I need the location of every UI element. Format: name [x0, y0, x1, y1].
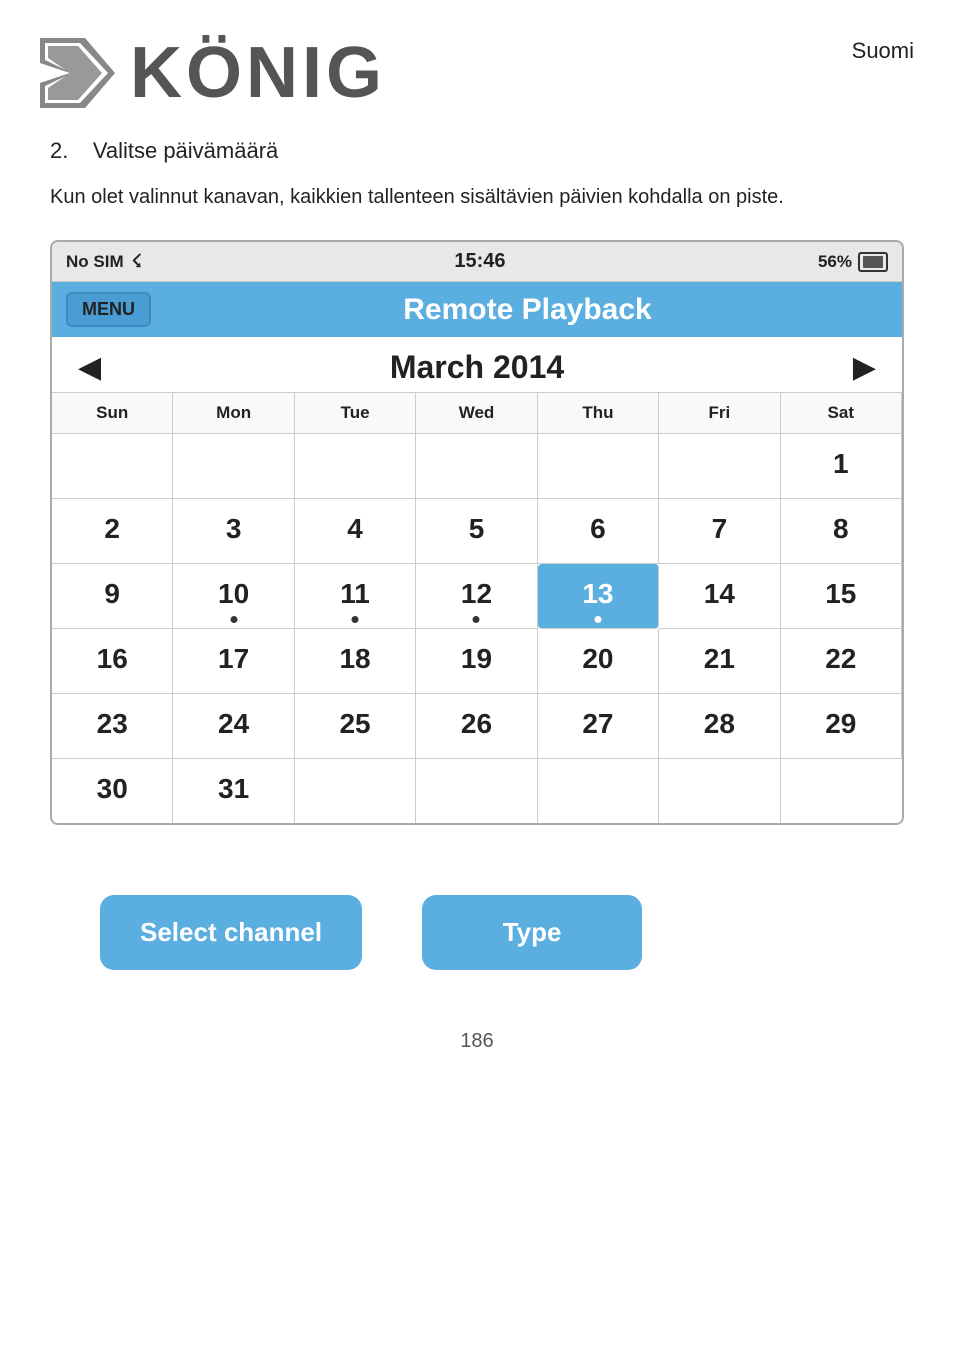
step-number: 2.	[50, 138, 68, 163]
next-month-button[interactable]: ▶	[843, 350, 886, 385]
day-header-sat: Sat	[781, 393, 902, 434]
buttons-row: Select channel Type	[50, 865, 904, 1000]
cal-day-14[interactable]: 14	[659, 564, 780, 629]
cal-cell-empty	[538, 434, 659, 499]
calendar-header: ◀ March 2014 ▶	[52, 337, 902, 392]
battery-pct: 56%	[818, 252, 852, 272]
calendar: ◀ March 2014 ▶ Sun Mon Tue Wed Thu Fri S…	[52, 337, 902, 823]
select-channel-button[interactable]: Select channel	[100, 895, 362, 970]
cal-cell-empty	[173, 434, 294, 499]
cal-cell-empty	[295, 434, 416, 499]
cal-cell-empty	[52, 434, 173, 499]
cal-day-31[interactable]: 31	[173, 759, 294, 823]
description-text: Kun olet valinnut kanavan, kaikkien tall…	[50, 182, 904, 212]
cal-day-18[interactable]: 18	[295, 629, 416, 694]
cal-day-30[interactable]: 30	[52, 759, 173, 823]
calendar-grid: Sun Mon Tue Wed Thu Fri Sat 1 2 3 4 5	[52, 392, 902, 823]
nav-title: Remote Playback	[167, 293, 888, 327]
cal-day-17[interactable]: 17	[173, 629, 294, 694]
cal-day-23[interactable]: 23	[52, 694, 173, 759]
cal-day-24[interactable]: 24	[173, 694, 294, 759]
cal-cell-empty	[659, 434, 780, 499]
day-header-tue: Tue	[295, 393, 416, 434]
wifi-icon: ☇	[132, 251, 142, 272]
cal-day-9[interactable]: 9	[52, 564, 173, 629]
footer: 186	[0, 1020, 954, 1083]
carrier-label: No SIM	[66, 252, 124, 272]
page-number: 186	[460, 1030, 493, 1052]
cal-day-26[interactable]: 26	[416, 694, 537, 759]
cal-cell-empty	[416, 434, 537, 499]
cal-cell-empty	[781, 759, 902, 823]
header: KÖNIG Suomi	[0, 0, 954, 128]
cal-day-15[interactable]: 15	[781, 564, 902, 629]
cal-day-6[interactable]: 6	[538, 499, 659, 564]
cal-day-3[interactable]: 3	[173, 499, 294, 564]
cal-day-4[interactable]: 4	[295, 499, 416, 564]
cal-day-19[interactable]: 19	[416, 629, 537, 694]
cal-cell-empty	[295, 759, 416, 823]
status-right: 56%	[818, 252, 888, 272]
cal-day-7[interactable]: 7	[659, 499, 780, 564]
month-year-label: March 2014	[390, 349, 564, 386]
day-header-wed: Wed	[416, 393, 537, 434]
cal-day-1[interactable]: 1	[781, 434, 902, 499]
cal-cell-empty	[659, 759, 780, 823]
cal-cell-empty	[416, 759, 537, 823]
cal-day-2[interactable]: 2	[52, 499, 173, 564]
phone-mockup: No SIM ☇ 15:46 56% MENU Remote Playback …	[50, 240, 904, 825]
cal-day-5[interactable]: 5	[416, 499, 537, 564]
menu-button[interactable]: MENU	[66, 292, 151, 327]
day-header-sun: Sun	[52, 393, 173, 434]
step-text: Valitse päivämäärä	[93, 138, 278, 163]
brand-name: KÖNIG	[130, 32, 386, 114]
cal-day-16[interactable]: 16	[52, 629, 173, 694]
prev-month-button[interactable]: ◀	[68, 350, 111, 385]
main-content: 2. Valitse päivämäärä Kun olet valinnut …	[0, 128, 954, 1020]
day-header-fri: Fri	[659, 393, 780, 434]
type-button[interactable]: Type	[422, 895, 642, 970]
cal-day-12[interactable]: 12	[416, 564, 537, 629]
cal-day-20[interactable]: 20	[538, 629, 659, 694]
cal-day-29[interactable]: 29	[781, 694, 902, 759]
cal-day-25[interactable]: 25	[295, 694, 416, 759]
cal-day-13[interactable]: 13	[538, 564, 659, 629]
cal-day-8[interactable]: 8	[781, 499, 902, 564]
konig-logo-icon	[30, 28, 120, 118]
cal-cell-empty	[538, 759, 659, 823]
day-header-mon: Mon	[173, 393, 294, 434]
day-header-thu: Thu	[538, 393, 659, 434]
status-left: No SIM ☇	[66, 251, 142, 272]
status-bar: No SIM ☇ 15:46 56%	[52, 242, 902, 282]
battery-icon	[858, 252, 888, 272]
cal-day-10[interactable]: 10	[173, 564, 294, 629]
cal-day-22[interactable]: 22	[781, 629, 902, 694]
language-label: Suomi	[852, 28, 914, 64]
status-time: 15:46	[454, 250, 505, 273]
nav-bar: MENU Remote Playback	[52, 282, 902, 337]
logo: KÖNIG	[30, 28, 386, 118]
step-title: 2. Valitse päivämäärä	[50, 138, 904, 164]
cal-day-11[interactable]: 11	[295, 564, 416, 629]
cal-day-27[interactable]: 27	[538, 694, 659, 759]
cal-day-21[interactable]: 21	[659, 629, 780, 694]
cal-day-28[interactable]: 28	[659, 694, 780, 759]
